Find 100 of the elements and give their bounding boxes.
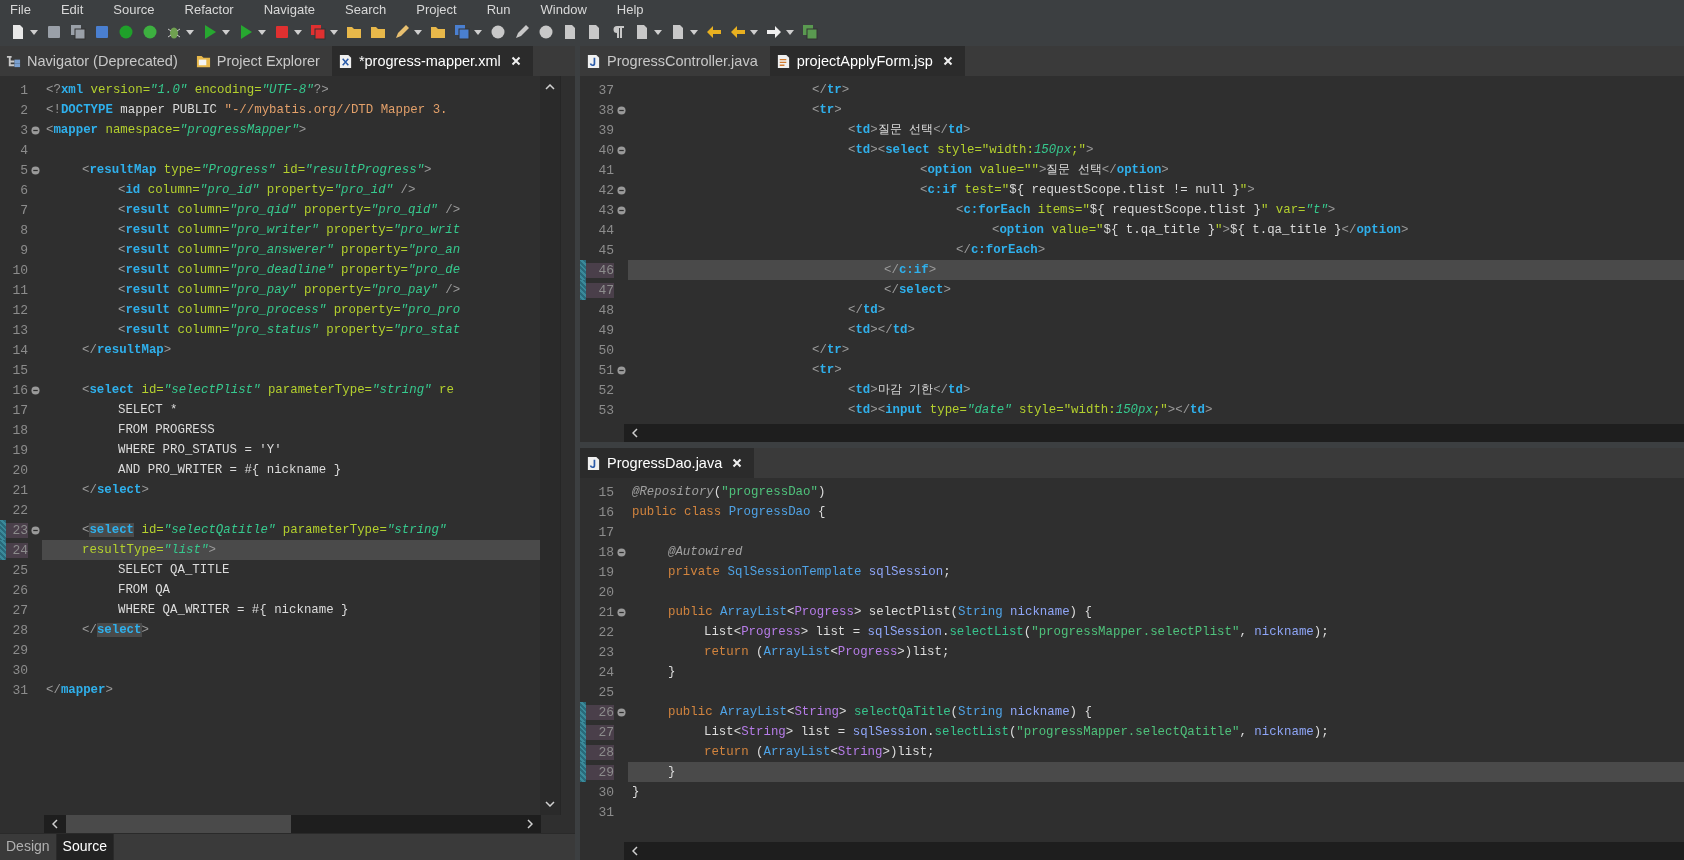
fold-icon[interactable] [30, 385, 40, 395]
caret-icon[interactable] [474, 28, 482, 36]
horizontal-scrollbar[interactable] [44, 815, 541, 833]
line-number: 40 [597, 142, 614, 158]
line-number: 11 [11, 282, 28, 298]
horizontal-scrollbar[interactable] [624, 842, 1684, 860]
code-line: <select id="selectPlist" parameterType="string" re [81, 382, 455, 399]
menu-item[interactable]: Project [416, 1, 457, 17]
forward-arrow-icon[interactable] [766, 24, 782, 40]
code-line: AND PRO_WRITER = #{ nickname } [117, 462, 343, 479]
caret-icon[interactable] [414, 28, 422, 36]
menu-item[interactable]: File [10, 1, 31, 17]
caret-icon[interactable] [690, 28, 698, 36]
folder-icon[interactable] [346, 24, 362, 40]
menu-item[interactable]: Source [113, 1, 155, 17]
fold-icon[interactable] [616, 205, 626, 215]
fold-icon[interactable] [616, 145, 626, 155]
disks-icon[interactable] [70, 24, 86, 40]
code-line: </c:forEach> [955, 242, 1047, 259]
close-icon[interactable] [732, 458, 743, 468]
code-line: <result column="pro_process" property="pro_pro [117, 302, 462, 319]
chevron-left-icon[interactable] [632, 846, 638, 856]
caret-icon[interactable] [30, 28, 38, 36]
mode-tab[interactable]: Source [56, 834, 114, 860]
code-line: </resultMap> [81, 342, 173, 359]
fold-icon[interactable] [616, 365, 626, 375]
fold-icon[interactable] [30, 125, 40, 135]
document-icon[interactable] [562, 24, 578, 40]
menu-item[interactable]: Edit [60, 1, 84, 17]
code-line: <td><input type="date" style="width:150px;"></td> [847, 402, 1214, 419]
fold-icon[interactable] [616, 185, 626, 195]
pencil-icon[interactable] [394, 24, 410, 40]
line-number: 47 [586, 282, 614, 298]
window-icon[interactable] [802, 24, 818, 40]
line-number: 7 [19, 202, 28, 218]
horizontal-scrollbar[interactable] [624, 424, 1684, 442]
line-number: 9 [19, 242, 28, 258]
close-icon[interactable] [942, 56, 953, 66]
caret-icon[interactable] [786, 28, 794, 36]
annotation-icon[interactable] [670, 24, 686, 40]
menu-item[interactable]: Refactor [184, 1, 234, 17]
menu-item[interactable]: Navigate [263, 1, 315, 17]
line-number: 31 [597, 804, 614, 820]
fold-icon[interactable] [30, 165, 40, 175]
code-line: </select> [883, 282, 952, 299]
fold-icon[interactable] [30, 525, 40, 535]
annotation-icon[interactable] [634, 24, 650, 40]
caret-icon[interactable] [258, 28, 266, 36]
line-number: 8 [19, 222, 28, 238]
fold-icon[interactable] [616, 707, 626, 717]
menu-item[interactable]: Window [540, 1, 587, 17]
code-line: return (ArrayList<Progress>)list; [703, 644, 951, 661]
folder-icon[interactable] [370, 24, 386, 40]
line-number: 30 [11, 662, 28, 678]
chevron-right-icon[interactable] [527, 819, 533, 829]
code-line: <td></td> [847, 322, 916, 339]
play-server-icon[interactable] [238, 24, 254, 40]
caret-icon[interactable] [330, 28, 338, 36]
chevron-down-icon[interactable] [545, 801, 555, 807]
editor-tab[interactable]: ProgressDao.java [580, 448, 755, 478]
window-icon[interactable] [454, 24, 470, 40]
code-line: </tr> [811, 82, 851, 99]
vertical-scrollbar[interactable] [540, 76, 560, 815]
line-number: 37 [597, 82, 614, 98]
caret-icon[interactable] [186, 28, 194, 36]
menu-item[interactable]: Help [616, 1, 644, 17]
editor-tab[interactable]: ProgressController.java [580, 46, 770, 76]
caret-icon[interactable] [294, 28, 302, 36]
caret-icon[interactable] [654, 28, 662, 36]
line-number: 30 [597, 784, 614, 800]
line-number: 44 [597, 222, 614, 238]
play-icon[interactable] [202, 24, 218, 40]
scrollbar-thumb[interactable] [66, 815, 291, 833]
line-number: 27 [586, 724, 614, 740]
new-file-icon[interactable] [10, 24, 26, 40]
fold-icon[interactable] [616, 105, 626, 115]
pilcrow-icon[interactable] [610, 24, 626, 40]
back-arrow-icon[interactable] [706, 24, 722, 40]
back-arrow-icon[interactable] [730, 24, 746, 40]
editor-tab[interactable]: projectApplyForm.jsp [769, 46, 965, 76]
folder-icon[interactable] [430, 24, 446, 40]
caret-icon[interactable] [750, 28, 758, 36]
chevron-left-icon[interactable] [632, 428, 638, 438]
code-line: FROM PROGRESS [117, 422, 216, 439]
chevron-up-icon[interactable] [545, 84, 555, 90]
page-icon[interactable] [586, 24, 602, 40]
line-number: 45 [597, 242, 614, 258]
fold-icon[interactable] [616, 547, 626, 557]
fold-icon[interactable] [616, 607, 626, 617]
menu-item[interactable]: Search [345, 1, 387, 17]
editor-tab[interactable]: Project Explorer [189, 46, 332, 76]
caret-icon[interactable] [222, 28, 230, 36]
line-number: 29 [586, 764, 614, 780]
close-icon[interactable] [510, 56, 521, 66]
code-line: List<Progress> list = sqlSession.selectList("progressMapper.selectPlist", nickname); [703, 624, 1330, 641]
menu-item[interactable]: Run [486, 1, 511, 17]
editor-tab[interactable]: Navigator (Deprecated) [0, 46, 190, 76]
editor-tab[interactable]: *progress-mapper.xml [331, 46, 533, 76]
chevron-left-icon[interactable] [52, 819, 58, 829]
badge-circle-icon[interactable] [142, 24, 158, 40]
